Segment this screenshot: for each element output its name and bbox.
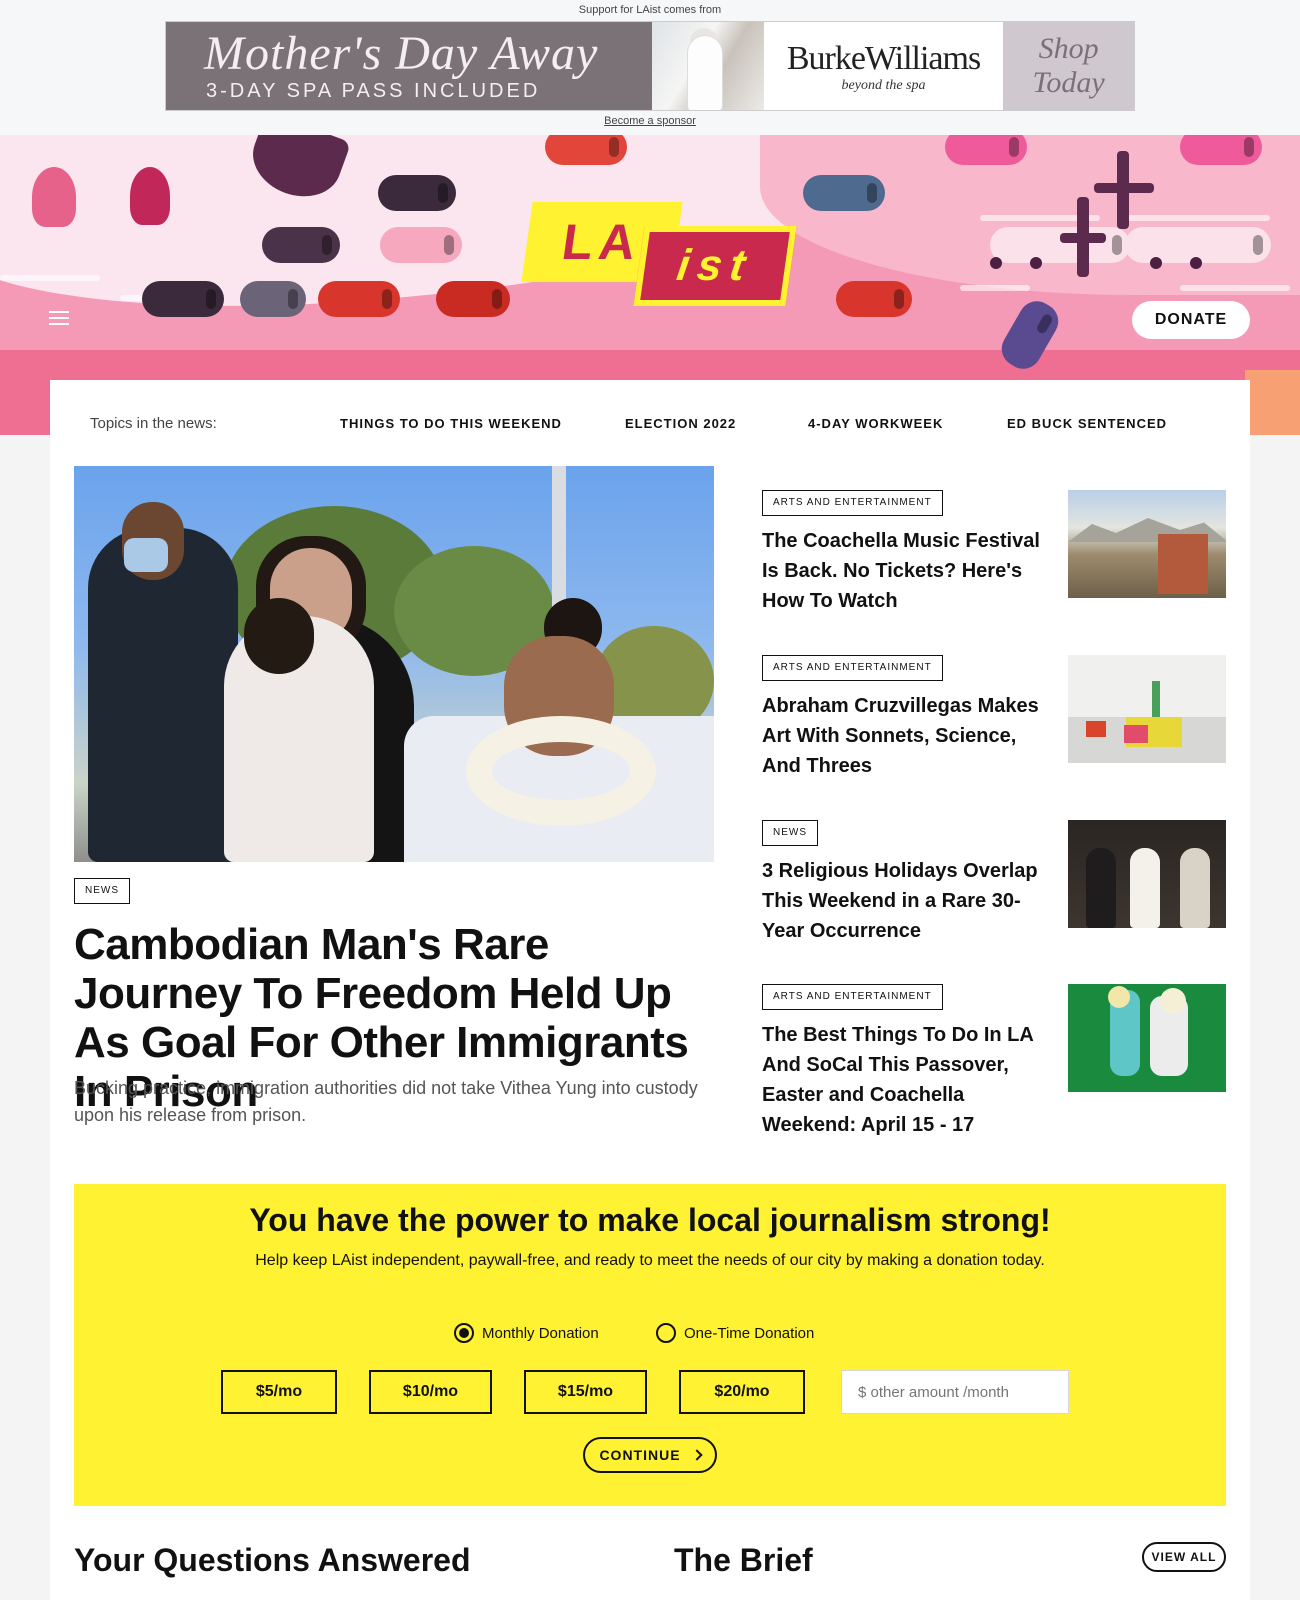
donation-title: You have the power to make local journal…: [249, 1202, 1051, 1238]
monthly-donation-label: Monthly Donation: [482, 1324, 599, 1342]
donate-button[interactable]: DONATE: [1132, 301, 1250, 339]
side-story-thumbnail[interactable]: [1068, 655, 1226, 763]
sponsor-strip: Support for LAist comes from Mother's Da…: [0, 0, 1300, 135]
lead-story-dek: Bucking practice, immigration authoritie…: [74, 1078, 698, 1125]
side-story-tag[interactable]: ARTS AND ENTERTAINMENT: [762, 984, 943, 1010]
amount-5-button[interactable]: $5/mo: [221, 1370, 337, 1414]
side-story: NEWS 3 Religious Holidays Overlap This W…: [762, 820, 1228, 970]
become-sponsor-link[interactable]: Become a sponsor: [0, 115, 1300, 127]
topic-link-election[interactable]: ELECTION 2022: [625, 416, 736, 431]
ad-photo: [652, 22, 764, 110]
chevron-right-icon: [690, 1449, 703, 1461]
ad-brand-name: BurkeWilliams: [786, 40, 981, 77]
hamburger-menu-icon[interactable]: [49, 311, 69, 325]
monthly-donation-radio[interactable]: Monthly Donation: [454, 1323, 599, 1343]
ad-headline: Mother's Day Away: [204, 27, 599, 80]
topic-link-4-day-workweek[interactable]: 4-DAY WORKWEEK: [808, 416, 943, 431]
continue-label: CONTINUE: [599, 1447, 681, 1463]
ad-subline: 3-DAY SPA PASS INCLUDED: [206, 80, 541, 102]
ad-cta: Shop Today: [1003, 22, 1134, 110]
radio-selected-icon: [454, 1323, 474, 1343]
topic-link-ed-buck[interactable]: ED BUCK SENTENCED: [1007, 416, 1167, 431]
brief-section-title: The Brief: [674, 1542, 813, 1578]
radio-unselected-icon: [656, 1323, 676, 1343]
side-story-thumbnail[interactable]: [1068, 820, 1226, 928]
donation-module: You have the power to make local journal…: [74, 1184, 1226, 1506]
side-story: ARTS AND ENTERTAINMENT Abraham Cruzville…: [762, 655, 1228, 805]
side-story-title[interactable]: Abraham Cruzvillegas Makes Art With Sonn…: [762, 691, 1048, 781]
ad-brand-panel: BurkeWilliams beyond the spa: [763, 22, 1004, 110]
side-story-thumbnail[interactable]: [1068, 490, 1226, 598]
continue-button[interactable]: CONTINUE: [583, 1437, 717, 1473]
ad-text-panel: Mother's Day Away 3-DAY SPA PASS INCLUDE…: [166, 22, 652, 110]
advertisement-banner[interactable]: Mother's Day Away 3-DAY SPA PASS INCLUDE…: [165, 21, 1135, 111]
amount-15-button[interactable]: $15/mo: [524, 1370, 647, 1414]
topic-link-things-to-do[interactable]: THINGS TO DO THIS WEEKEND: [340, 416, 562, 431]
lead-story-image[interactable]: [74, 466, 714, 862]
one-time-donation-label: One-Time Donation: [684, 1324, 815, 1342]
ad-brand-tagline: beyond the spa: [841, 78, 926, 93]
side-story-thumbnail[interactable]: [1068, 984, 1226, 1092]
side-story-tag[interactable]: NEWS: [762, 820, 818, 846]
topics-bar: Topics in the news: THINGS TO DO THIS WE…: [50, 380, 1250, 465]
logo-ist: ist: [633, 226, 797, 306]
lead-story-tag[interactable]: NEWS: [74, 878, 130, 904]
sponsor-label: Support for LAist comes from: [578, 4, 722, 16]
donation-subtitle: Help keep LAist independent, paywall-fre…: [255, 1252, 1045, 1269]
laist-logo[interactable]: LA ist: [521, 202, 797, 312]
side-story-title[interactable]: The Best Things To Do In LA And SoCal Th…: [762, 1020, 1048, 1140]
side-story: ARTS AND ENTERTAINMENT The Best Things T…: [762, 984, 1228, 1136]
side-story-title[interactable]: The Coachella Music Festival Is Back. No…: [762, 526, 1048, 616]
amount-20-button[interactable]: $20/mo: [679, 1370, 805, 1414]
side-story-tag[interactable]: ARTS AND ENTERTAINMENT: [762, 655, 943, 681]
side-story-title[interactable]: 3 Religious Holidays Overlap This Weeken…: [762, 856, 1048, 946]
one-time-donation-radio[interactable]: One-Time Donation: [656, 1323, 814, 1343]
main-content: Topics in the news: THINGS TO DO THIS WE…: [50, 380, 1250, 1600]
side-story-tag[interactable]: ARTS AND ENTERTAINMENT: [762, 490, 943, 516]
view-all-button[interactable]: VIEW ALL: [1142, 1542, 1226, 1572]
other-amount-input[interactable]: [841, 1370, 1069, 1414]
amount-10-button[interactable]: $10/mo: [369, 1370, 492, 1414]
questions-section-title: Your Questions Answered: [74, 1542, 471, 1578]
side-story: ARTS AND ENTERTAINMENT The Coachella Mus…: [762, 490, 1228, 640]
topics-label: Topics in the news:: [90, 415, 217, 432]
